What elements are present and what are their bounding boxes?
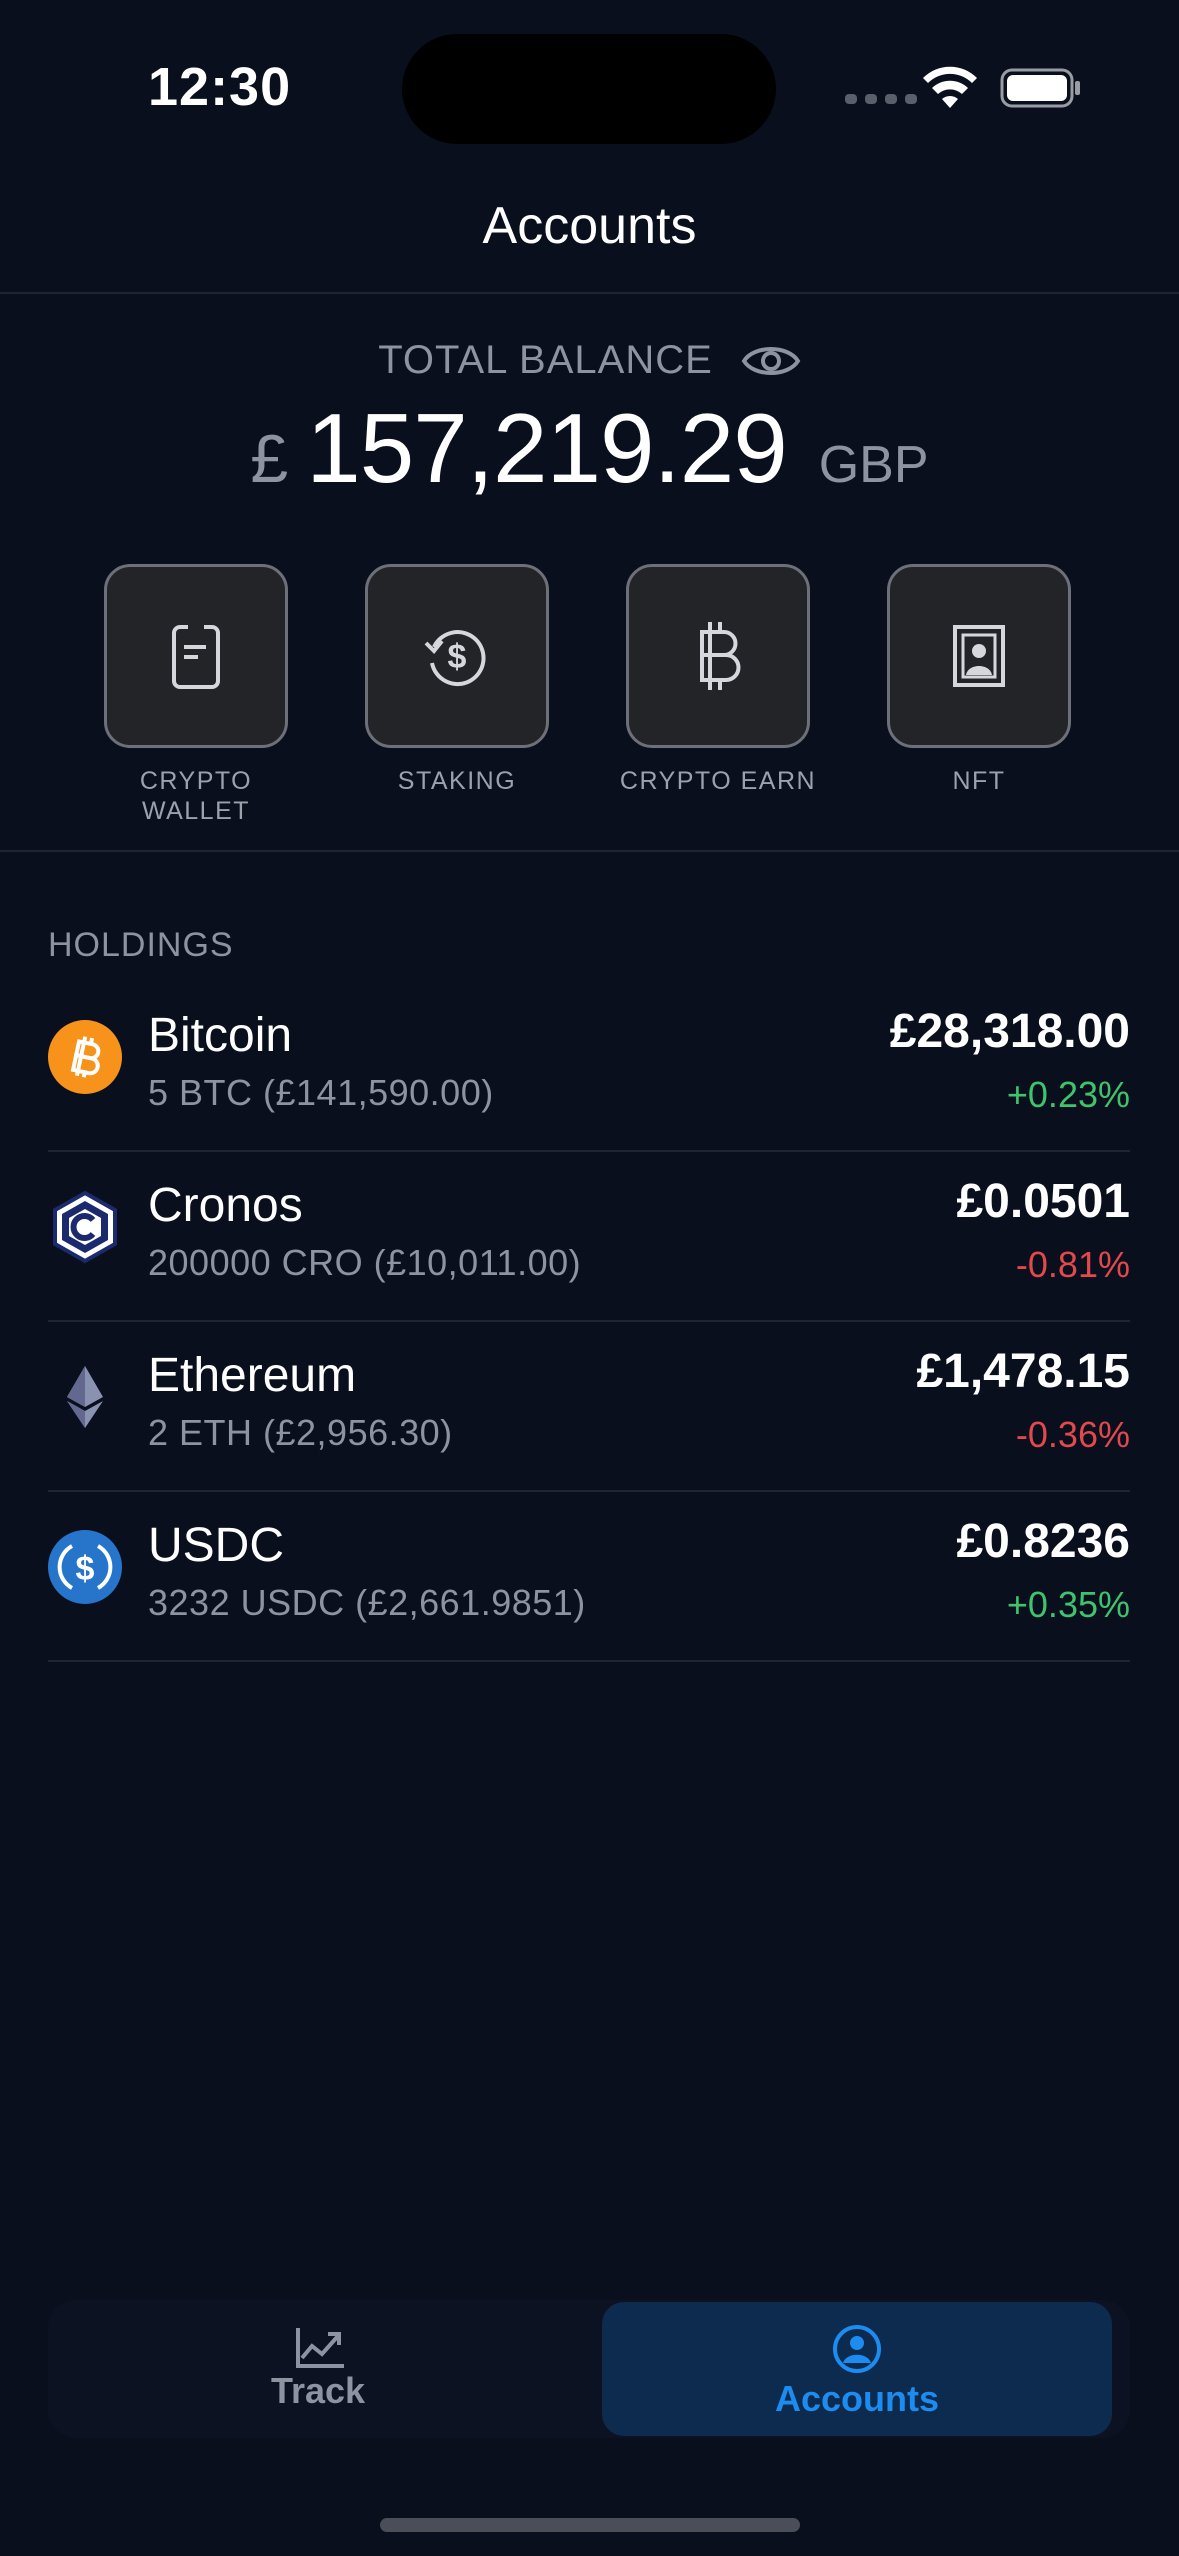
staking-tile[interactable]: $ [365, 564, 549, 748]
crypto-earn-tile[interactable] [626, 564, 810, 748]
page-title: Accounts [482, 197, 697, 255]
crypto-wallet-tile[interactable] [104, 564, 288, 748]
balance-currency-code: GBP [818, 436, 929, 494]
coin-quantity: 5 BTC (£141,590.00) [148, 1072, 494, 1113]
tab-accounts-label: Accounts [774, 2378, 940, 2419]
holding-row-bitcoin[interactable]: Bitcoin 5 BTC (£141,590.00) £28,318.00 +… [48, 982, 1130, 1152]
crypto-earn-label: CRYPTO EARN [619, 767, 817, 795]
coin-change: +0.35% [1006, 1584, 1130, 1625]
holding-row-cronos[interactable]: Cronos 200000 CRO (£10,011.00) £0.0501 -… [48, 1152, 1130, 1322]
total-balance-header: TOTAL BALANCE [0, 338, 1179, 383]
coin-name: Bitcoin [148, 1009, 293, 1062]
usdc-coin-icon: $ [48, 1530, 122, 1604]
crypto-wallet-label: CRYPTO WALLET [139, 767, 253, 825]
total-balance-value: £ 157,219.29 GBP [0, 392, 1179, 505]
holding-row-usdc[interactable]: $ USDC 3232 USDC (£2,661.9851) £0.8236 +… [48, 1492, 1130, 1662]
nft-tile[interactable] [887, 564, 1071, 748]
wifi-icon [923, 66, 977, 108]
cronos-coin-icon [53, 1190, 117, 1264]
nft-button[interactable]: NFT [885, 564, 1073, 796]
crypto-wallet-button[interactable]: CRYPTO WALLET [102, 564, 290, 826]
accounts-screen: 12:30 Accounts TOTAL BALANCE £ 157,219.2… [0, 0, 1179, 2556]
account-circle-icon [833, 2325, 881, 2373]
coin-quantity: 3232 USDC (£2,661.9851) [148, 1582, 586, 1623]
coin-name: USDC [148, 1519, 285, 1572]
coin-price: £0.0501 [956, 1175, 1130, 1228]
bitcoin-icon [700, 622, 741, 690]
home-indicator[interactable] [380, 2518, 800, 2532]
staking-button[interactable]: $ STAKING [363, 564, 551, 796]
tab-track-label: Track [270, 2370, 366, 2411]
svg-text:$: $ [448, 638, 467, 676]
eye-icon[interactable] [741, 341, 801, 381]
coin-name: Cronos [148, 1179, 303, 1232]
status-time: 12:30 [148, 57, 292, 117]
coin-quantity: 200000 CRO (£10,011.00) [148, 1242, 582, 1283]
cellular-signal-icon [845, 94, 917, 104]
svg-text:$: $ [76, 1550, 95, 1588]
staking-icon: $ [424, 630, 486, 686]
tab-track[interactable]: Track [48, 2300, 588, 2438]
crypto-earn-button[interactable]: CRYPTO EARN [620, 564, 815, 796]
holdings-title: HOLDINGS [48, 926, 234, 964]
staking-label: STAKING [397, 767, 517, 795]
coin-quantity: 2 ETH (£2,956.30) [148, 1412, 453, 1453]
dynamic-island [402, 34, 776, 144]
coin-price: £0.8236 [956, 1515, 1130, 1568]
holding-row-ethereum[interactable]: Ethereum 2 ETH (£2,956.30) £1,478.15 -0.… [48, 1322, 1130, 1492]
chart-trend-icon [296, 2328, 344, 2368]
bitcoin-coin-icon [48, 1020, 122, 1094]
balance-currency-symbol: £ [250, 421, 289, 497]
coin-change: -0.36% [1015, 1414, 1130, 1455]
coin-change: +0.23% [1006, 1074, 1130, 1115]
total-balance-label: TOTAL BALANCE [378, 338, 713, 382]
wallet-icon [172, 624, 220, 689]
nft-portrait-icon [953, 625, 1005, 687]
coin-name: Ethereum [148, 1349, 357, 1402]
header-divider [0, 292, 1179, 294]
balance-amount: 157,219.29 [306, 393, 787, 503]
ethereum-coin-icon [67, 1366, 103, 1428]
nft-label: NFT [952, 767, 1006, 795]
section-divider [0, 850, 1179, 852]
tab-accounts[interactable]: Accounts [602, 2302, 1112, 2436]
coin-price: £1,478.15 [916, 1345, 1130, 1398]
tab-bar: Track Accounts [48, 2300, 1130, 2438]
coin-price: £28,318.00 [889, 1005, 1130, 1058]
coin-change: -0.81% [1015, 1244, 1130, 1285]
battery-icon [1000, 68, 1080, 108]
